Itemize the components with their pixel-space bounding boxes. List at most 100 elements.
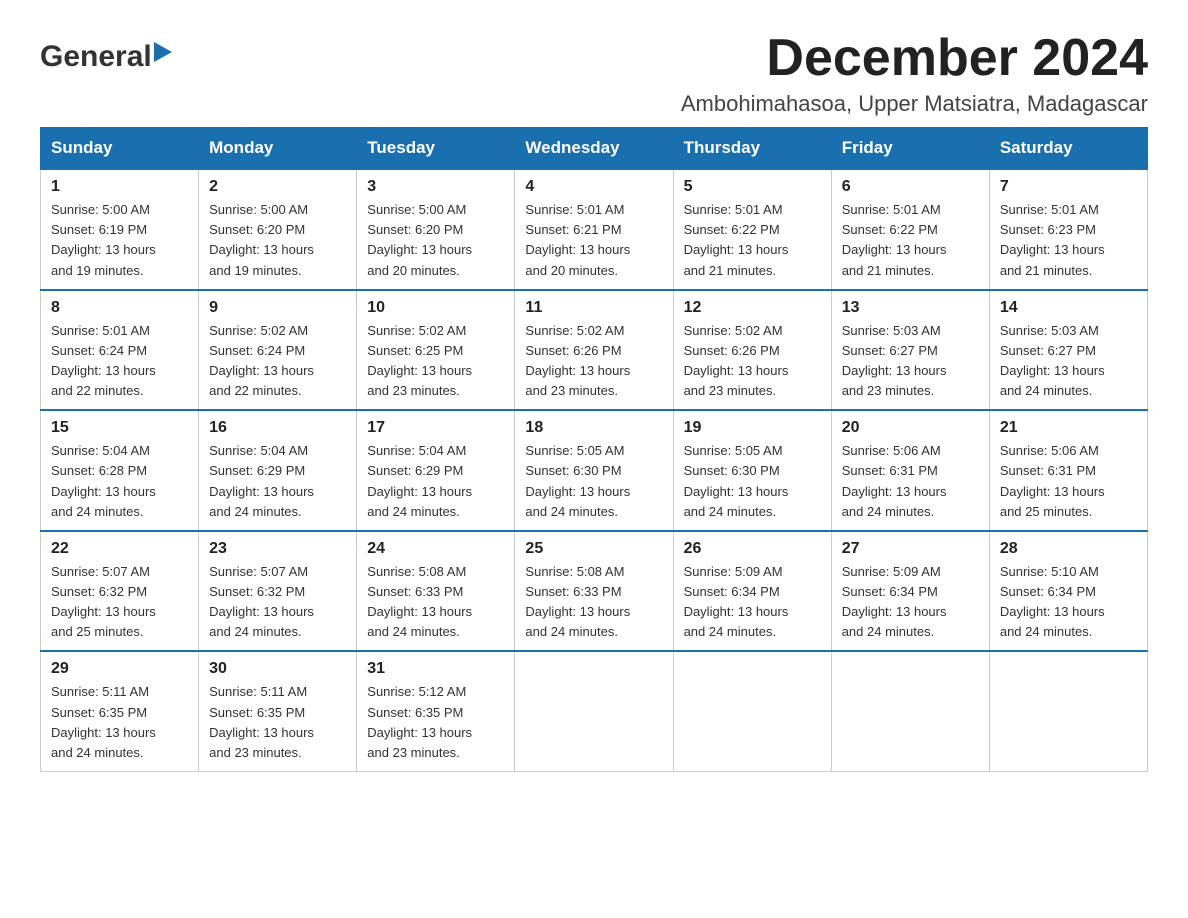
- day-number: 26: [684, 540, 821, 558]
- calendar-cell: 27 Sunrise: 5:09 AMSunset: 6:34 PMDayligh…: [831, 531, 989, 652]
- calendar-header-row: SundayMondayTuesdayWednesdayThursdayFrid…: [41, 128, 1148, 170]
- calendar-cell: 15 Sunrise: 5:04 AMSunset: 6:28 PMDayligh…: [41, 410, 199, 531]
- day-number: 9: [209, 299, 346, 317]
- calendar-cell: 25 Sunrise: 5:08 AMSunset: 6:33 PMDayligh…: [515, 531, 673, 652]
- day-info: Sunrise: 5:07 AMSunset: 6:32 PMDaylight:…: [51, 562, 188, 643]
- day-number: 20: [842, 419, 979, 437]
- page-title: December 2024: [681, 30, 1148, 87]
- day-number: 4: [525, 178, 662, 196]
- day-info: Sunrise: 5:01 AMSunset: 6:24 PMDaylight:…: [51, 321, 188, 402]
- day-info: Sunrise: 5:08 AMSunset: 6:33 PMDaylight:…: [367, 562, 504, 643]
- day-number: 13: [842, 299, 979, 317]
- day-number: 17: [367, 419, 504, 437]
- day-info: Sunrise: 5:02 AMSunset: 6:26 PMDaylight:…: [525, 321, 662, 402]
- day-number: 27: [842, 540, 979, 558]
- day-info: Sunrise: 5:00 AMSunset: 6:20 PMDaylight:…: [209, 200, 346, 281]
- day-number: 25: [525, 540, 662, 558]
- day-info: Sunrise: 5:00 AMSunset: 6:19 PMDaylight:…: [51, 200, 188, 281]
- day-info: Sunrise: 5:06 AMSunset: 6:31 PMDaylight:…: [1000, 441, 1137, 522]
- calendar-cell: 30 Sunrise: 5:11 AMSunset: 6:35 PMDayligh…: [199, 651, 357, 771]
- day-info: Sunrise: 5:01 AMSunset: 6:22 PMDaylight:…: [684, 200, 821, 281]
- day-info: Sunrise: 5:07 AMSunset: 6:32 PMDaylight:…: [209, 562, 346, 643]
- calendar-table: SundayMondayTuesdayWednesdayThursdayFrid…: [40, 127, 1148, 772]
- day-info: Sunrise: 5:12 AMSunset: 6:35 PMDaylight:…: [367, 682, 504, 763]
- calendar-cell: 31 Sunrise: 5:12 AMSunset: 6:35 PMDayligh…: [357, 651, 515, 771]
- day-number: 12: [684, 299, 821, 317]
- day-info: Sunrise: 5:08 AMSunset: 6:33 PMDaylight:…: [525, 562, 662, 643]
- day-number: 2: [209, 178, 346, 196]
- calendar-cell: 16 Sunrise: 5:04 AMSunset: 6:29 PMDayligh…: [199, 410, 357, 531]
- day-info: Sunrise: 5:01 AMSunset: 6:23 PMDaylight:…: [1000, 200, 1137, 281]
- calendar-cell: 6 Sunrise: 5:01 AMSunset: 6:22 PMDaylight…: [831, 169, 989, 290]
- day-number: 8: [51, 299, 188, 317]
- day-number: 16: [209, 419, 346, 437]
- calendar-cell: 17Sunrise: 5:04 AMSunset: 6:29 PMDayligh…: [357, 410, 515, 531]
- day-info: Sunrise: 5:01 AMSunset: 6:21 PMDaylight:…: [525, 200, 662, 281]
- calendar-cell: 4 Sunrise: 5:01 AMSunset: 6:21 PMDaylight…: [515, 169, 673, 290]
- day-info: Sunrise: 5:04 AMSunset: 6:29 PMDaylight:…: [209, 441, 346, 522]
- day-number: 31: [367, 660, 504, 678]
- calendar-cell: 14 Sunrise: 5:03 AMSunset: 6:27 PMDayligh…: [989, 290, 1147, 411]
- calendar-week-row: 1 Sunrise: 5:00 AMSunset: 6:19 PMDaylight…: [41, 169, 1148, 290]
- day-number: 15: [51, 419, 188, 437]
- calendar-week-row: 22 Sunrise: 5:07 AMSunset: 6:32 PMDayligh…: [41, 531, 1148, 652]
- day-number: 21: [1000, 419, 1137, 437]
- day-info: Sunrise: 5:11 AMSunset: 6:35 PMDaylight:…: [209, 682, 346, 763]
- calendar-cell: 2 Sunrise: 5:00 AMSunset: 6:20 PMDaylight…: [199, 169, 357, 290]
- day-info: Sunrise: 5:04 AMSunset: 6:28 PMDaylight:…: [51, 441, 188, 522]
- calendar-header-sunday: Sunday: [41, 128, 199, 170]
- calendar-header-saturday: Saturday: [989, 128, 1147, 170]
- day-info: Sunrise: 5:06 AMSunset: 6:31 PMDaylight:…: [842, 441, 979, 522]
- calendar-cell: 5 Sunrise: 5:01 AMSunset: 6:22 PMDaylight…: [673, 169, 831, 290]
- calendar-cell: 24 Sunrise: 5:08 AMSunset: 6:33 PMDayligh…: [357, 531, 515, 652]
- calendar-cell: 12 Sunrise: 5:02 AMSunset: 6:26 PMDayligh…: [673, 290, 831, 411]
- calendar-header-monday: Monday: [199, 128, 357, 170]
- logo: General Blue: [40, 30, 174, 74]
- day-info: Sunrise: 5:09 AMSunset: 6:34 PMDaylight:…: [842, 562, 979, 643]
- calendar-week-row: 8 Sunrise: 5:01 AMSunset: 6:24 PMDaylight…: [41, 290, 1148, 411]
- calendar-cell: 19Sunrise: 5:05 AMSunset: 6:30 PMDayligh…: [673, 410, 831, 531]
- day-info: Sunrise: 5:09 AMSunset: 6:34 PMDaylight:…: [684, 562, 821, 643]
- calendar-cell: 10 Sunrise: 5:02 AMSunset: 6:25 PMDayligh…: [357, 290, 515, 411]
- calendar-cell: 29Sunrise: 5:11 AMSunset: 6:35 PMDayligh…: [41, 651, 199, 771]
- calendar-cell: [989, 651, 1147, 771]
- logo-row: General: [40, 40, 174, 74]
- day-number: 30: [209, 660, 346, 678]
- calendar-cell: 23 Sunrise: 5:07 AMSunset: 6:32 PMDayligh…: [199, 531, 357, 652]
- title-area: December 2024 Ambohimahasoa, Upper Matsi…: [681, 30, 1148, 117]
- calendar-cell: 13 Sunrise: 5:03 AMSunset: 6:27 PMDayligh…: [831, 290, 989, 411]
- day-number: 10: [367, 299, 504, 317]
- day-number: 14: [1000, 299, 1137, 317]
- calendar-week-row: 15 Sunrise: 5:04 AMSunset: 6:28 PMDayligh…: [41, 410, 1148, 531]
- calendar-header-wednesday: Wednesday: [515, 128, 673, 170]
- day-info: Sunrise: 5:01 AMSunset: 6:22 PMDaylight:…: [842, 200, 979, 281]
- page-subtitle: Ambohimahasoa, Upper Matsiatra, Madagasc…: [681, 91, 1148, 117]
- day-number: 1: [51, 178, 188, 196]
- day-number: 23: [209, 540, 346, 558]
- day-info: Sunrise: 5:02 AMSunset: 6:25 PMDaylight:…: [367, 321, 504, 402]
- calendar-cell: 3Sunrise: 5:00 AMSunset: 6:20 PMDaylight…: [357, 169, 515, 290]
- day-info: Sunrise: 5:11 AMSunset: 6:35 PMDaylight:…: [51, 682, 188, 763]
- page-header: General Blue December 2024 Ambohimahasoa…: [40, 30, 1148, 117]
- calendar-cell: 8 Sunrise: 5:01 AMSunset: 6:24 PMDaylight…: [41, 290, 199, 411]
- day-info: Sunrise: 5:03 AMSunset: 6:27 PMDaylight:…: [842, 321, 979, 402]
- day-number: 22: [51, 540, 188, 558]
- day-number: 6: [842, 178, 979, 196]
- day-number: 5: [684, 178, 821, 196]
- logo-general-part: General: [40, 40, 152, 74]
- calendar-header-friday: Friday: [831, 128, 989, 170]
- calendar-cell: 1 Sunrise: 5:00 AMSunset: 6:19 PMDaylight…: [41, 169, 199, 290]
- day-info: Sunrise: 5:00 AMSunset: 6:20 PMDaylight:…: [367, 200, 504, 281]
- day-info: Sunrise: 5:03 AMSunset: 6:27 PMDaylight:…: [1000, 321, 1137, 402]
- calendar-cell: 9Sunrise: 5:02 AMSunset: 6:24 PMDaylight…: [199, 290, 357, 411]
- calendar-cell: [831, 651, 989, 771]
- day-number: 18: [525, 419, 662, 437]
- logo-flag-icon: [154, 42, 174, 64]
- day-info: Sunrise: 5:10 AMSunset: 6:34 PMDaylight:…: [1000, 562, 1137, 643]
- calendar-cell: 18Sunrise: 5:05 AMSunset: 6:30 PMDayligh…: [515, 410, 673, 531]
- day-number: 19: [684, 419, 821, 437]
- calendar-cell: 22 Sunrise: 5:07 AMSunset: 6:32 PMDayligh…: [41, 531, 199, 652]
- calendar-header-thursday: Thursday: [673, 128, 831, 170]
- day-info: Sunrise: 5:02 AMSunset: 6:26 PMDaylight:…: [684, 321, 821, 402]
- day-number: 24: [367, 540, 504, 558]
